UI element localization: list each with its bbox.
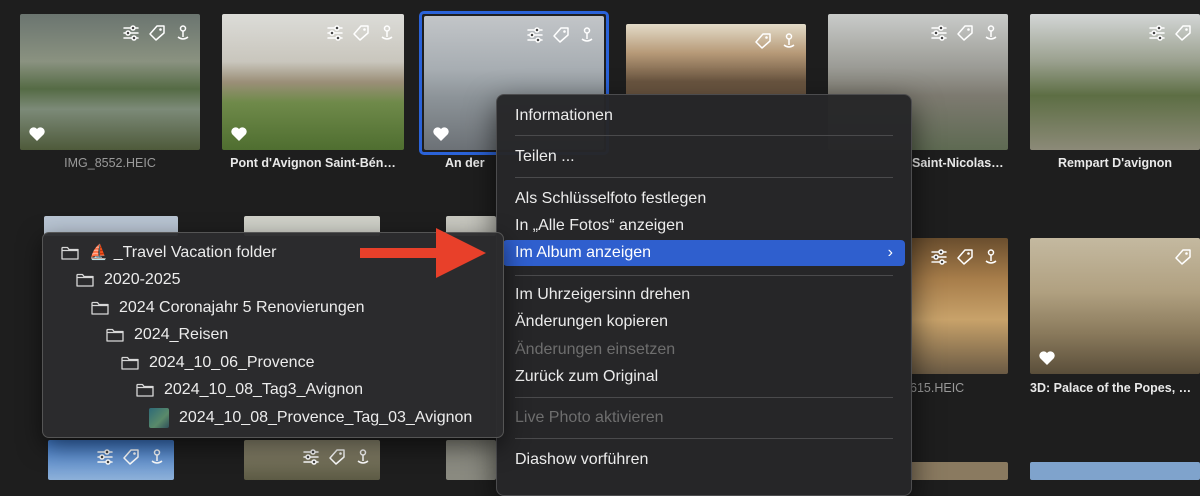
folder-icon (106, 328, 124, 342)
submenu-item-label: 2024_10_08_Provence_Tag_03_Avignon (179, 409, 473, 426)
location-pin-icon (148, 448, 166, 466)
photo-caption: 3D: Palace of the Popes, … (1030, 381, 1192, 395)
adjustments-icon (302, 448, 320, 466)
adjustments-icon (526, 26, 544, 44)
location-pin-icon (174, 24, 192, 42)
photo-thumbnail[interactable] (626, 24, 806, 96)
folder-icon (61, 246, 79, 260)
menu-item-label: Im Album anzeigen (515, 244, 652, 261)
location-pin-icon (354, 448, 372, 466)
context-menu: Informationen Teilen ... Als Schlüsselfo… (496, 94, 912, 496)
submenu-item-label: 2024_10_08_Tag3_Avignon (164, 381, 364, 398)
menu-item-diashow[interactable]: Diashow vorführen (503, 447, 905, 473)
heart-icon[interactable] (230, 126, 248, 142)
submenu-item-label: _Travel Vacation folder (113, 244, 277, 261)
submenu-item-label: 2024_Reisen (134, 326, 229, 343)
heart-icon[interactable] (1038, 350, 1056, 366)
folder-icon (121, 356, 139, 370)
location-pin-icon (578, 26, 596, 44)
submenu-item-label: 2024 Coronajahr 5 Renovierungen (119, 299, 365, 316)
photo-caption: Rempart D'avignon (1057, 156, 1173, 170)
menu-item-alle-fotos[interactable]: In „Alle Fotos“ anzeigen (503, 213, 905, 239)
menu-item-informationen[interactable]: Informationen (503, 103, 905, 129)
menu-item-zurueck-zum-original[interactable]: Zurück zum Original (503, 364, 905, 390)
tag-icon (956, 24, 974, 42)
menu-item-live-photo: Live Photo aktivieren (515, 409, 664, 426)
adjustments-icon (930, 248, 948, 266)
heart-icon[interactable] (28, 126, 46, 142)
photo-thumbnail[interactable] (910, 462, 1008, 480)
adjustments-icon (96, 448, 114, 466)
menu-separator (515, 275, 893, 276)
submenu-item-label: 2020-2025 (104, 271, 181, 288)
folder-icon (136, 383, 154, 397)
sailboat-icon: ⛵ (89, 244, 108, 261)
album-thumbnail (149, 408, 169, 428)
tag-icon (754, 32, 772, 50)
submenu-item-folder[interactable]: ⛵ _Travel Vacation folder (61, 241, 276, 265)
menu-item-teilen[interactable]: Teilen ... (503, 144, 905, 170)
tag-icon (956, 248, 974, 266)
submenu-item-folder[interactable]: 2020-2025 (76, 268, 181, 292)
submenu-item-folder[interactable]: 2024 Coronajahr 5 Renovierungen (91, 296, 365, 320)
submenu-item-album[interactable]: 2024_10_08_Provence_Tag_03_Avignon (149, 406, 472, 430)
location-pin-icon (982, 248, 1000, 266)
adjustments-icon (122, 24, 140, 42)
adjustments-icon (326, 24, 344, 42)
folder-icon (76, 273, 94, 287)
submenu-item-folder[interactable]: 2024_10_06_Provence (121, 351, 314, 375)
tag-icon (1174, 24, 1192, 42)
menu-item-im-album-anzeigen[interactable]: Im Album anzeigen › (503, 240, 905, 266)
red-arrow-icon (360, 228, 486, 278)
menu-item-drehen[interactable]: Im Uhrzeigersinn drehen (503, 282, 905, 308)
photo-thumbnail[interactable] (48, 440, 174, 480)
submenu-item-label: 2024_10_06_Provence (149, 354, 315, 371)
tag-icon (1174, 248, 1192, 266)
photo-thumbnail[interactable] (446, 440, 496, 480)
tag-icon (122, 448, 140, 466)
photo-thumbnail[interactable] (910, 238, 1008, 374)
tag-icon (328, 448, 346, 466)
adjustments-icon (1148, 24, 1166, 42)
menu-separator (515, 438, 893, 439)
menu-item-aenderungen-einsetzen: Änderungen einsetzen (515, 341, 676, 358)
photo-thumbnail[interactable] (20, 14, 200, 150)
photo-thumbnail[interactable] (1030, 238, 1200, 374)
tag-icon (352, 24, 370, 42)
chevron-right-icon: › (887, 244, 893, 261)
photo-thumbnail[interactable] (244, 440, 380, 480)
photo-caption: 615.HEIC (910, 381, 965, 395)
menu-item-schluesselfoto[interactable]: Als Schlüsselfoto festlegen (503, 186, 905, 212)
menu-separator (515, 177, 893, 178)
tag-icon (552, 26, 570, 44)
photo-caption: IMG_8552.HEIC (64, 156, 156, 170)
menu-separator (515, 397, 893, 398)
photo-thumbnail[interactable] (1030, 14, 1200, 150)
folder-icon (91, 301, 109, 315)
menu-separator (515, 135, 893, 136)
submenu-item-folder[interactable]: 2024_10_08_Tag3_Avignon (136, 378, 363, 402)
photo-caption: Saint-Nicolas… (912, 156, 1004, 170)
location-pin-icon (378, 24, 396, 42)
location-pin-icon (780, 32, 798, 50)
submenu-item-folder[interactable]: 2024_Reisen (106, 323, 228, 347)
photo-caption: Pont d'Avignon Saint-Bén… (230, 156, 396, 170)
menu-item-aenderungen-kopieren[interactable]: Änderungen kopieren (503, 309, 905, 335)
photo-thumbnail[interactable] (222, 14, 404, 150)
adjustments-icon (930, 24, 948, 42)
photo-thumbnail[interactable] (1030, 462, 1200, 480)
location-pin-icon (982, 24, 1000, 42)
heart-icon[interactable] (432, 126, 450, 142)
tag-icon (148, 24, 166, 42)
